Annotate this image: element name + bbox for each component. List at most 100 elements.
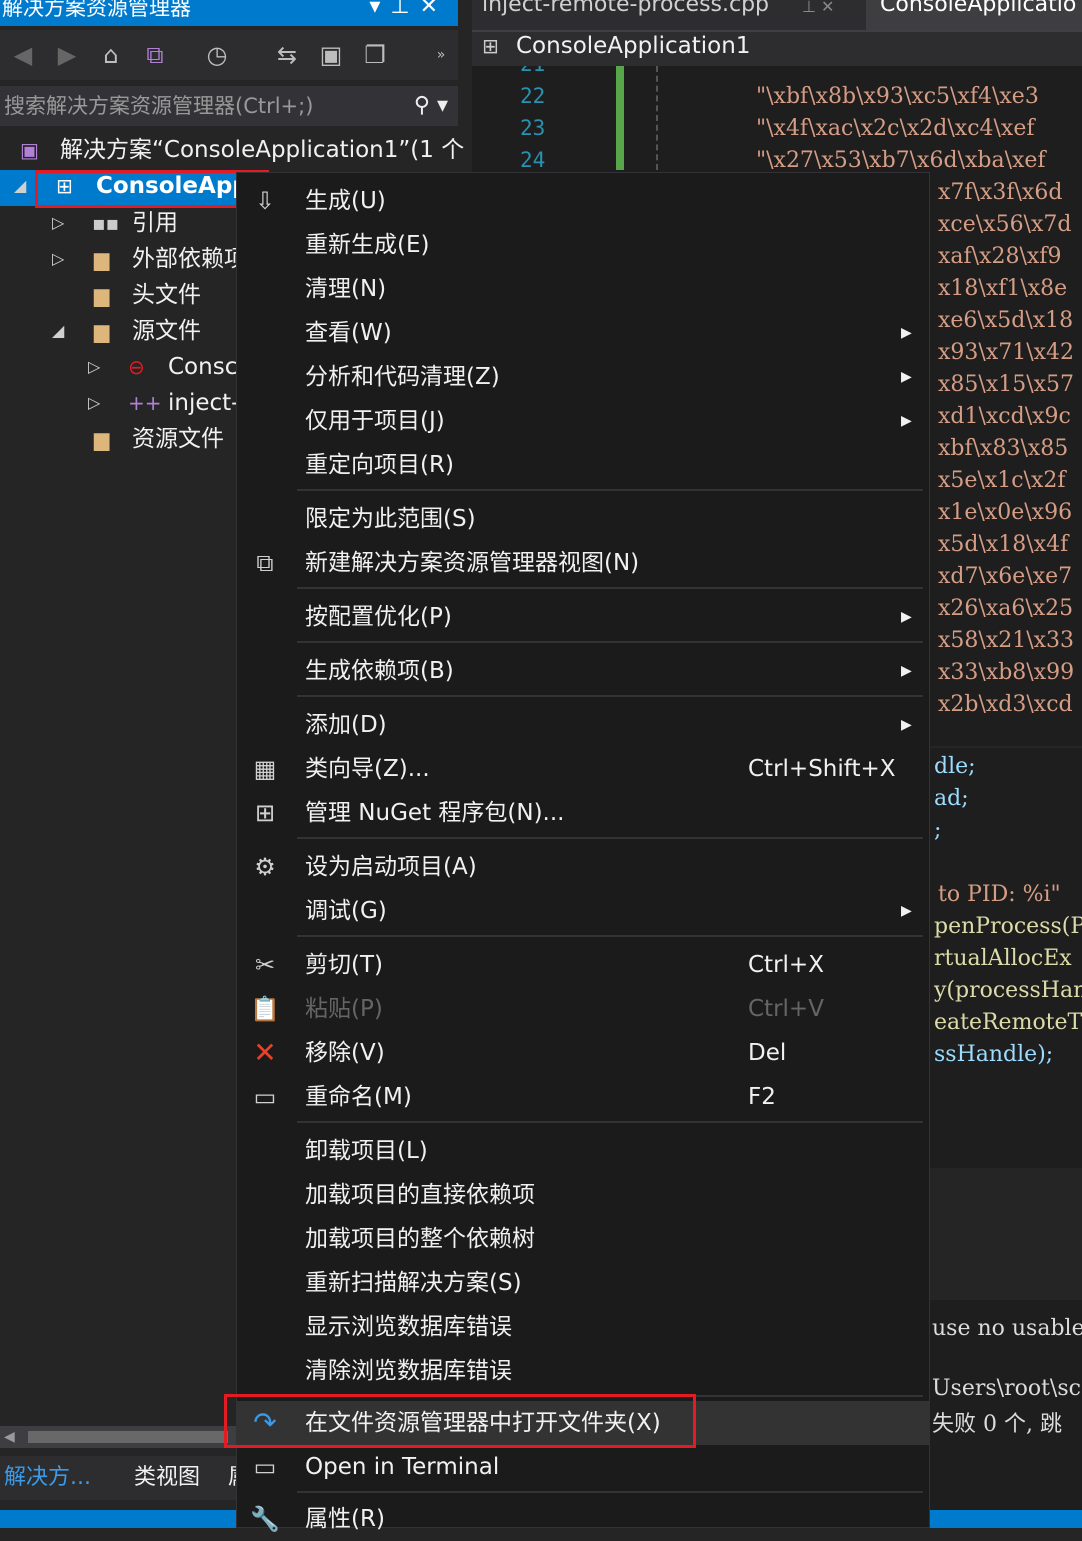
horizontal-scrollbar[interactable]: ◀ bbox=[0, 1426, 236, 1448]
menu-item-build[interactable]: ⇩ 生成(U) bbox=[237, 179, 929, 223]
menu-item-project-only[interactable]: 仅用于项目(J) ▶ bbox=[237, 399, 929, 443]
tree-item-label: 头文件 bbox=[132, 282, 201, 308]
tree-item-header-files[interactable]: ▆ 头文件 bbox=[0, 277, 236, 313]
scroll-left-icon[interactable]: ◀ bbox=[4, 1426, 15, 1448]
menu-item-nuget[interactable]: ⊞ 管理 NuGet 程序包(N)... bbox=[237, 791, 929, 835]
show-all-files-icon[interactable]: ❐ bbox=[358, 38, 392, 72]
submenu-arrow-icon: ▶ bbox=[901, 325, 912, 341]
solution-explorer-titlebar: 解决方案资源管理器 ▾⊥✕ bbox=[0, 0, 458, 26]
menu-item-rescan[interactable]: 重新扫描解决方案(S) bbox=[237, 1261, 929, 1305]
solution-label: 解决方案“ConsoleApplication1”(1 个 bbox=[60, 137, 465, 163]
menu-item-properties[interactable]: 🔧 属性(R) bbox=[237, 1497, 929, 1541]
switch-views-icon[interactable]: ⧉ bbox=[138, 38, 172, 72]
tab-inject-remote-process[interactable]: inject-remote-process.cpp bbox=[482, 0, 769, 16]
collapsed-arrow-icon[interactable]: ▷ bbox=[52, 205, 64, 241]
menu-item-open-terminal[interactable]: ▭ Open in Terminal bbox=[237, 1445, 929, 1489]
menu-separator bbox=[297, 1491, 923, 1493]
submenu-arrow-icon: ▶ bbox=[901, 663, 912, 679]
menu-item-paste[interactable]: 📋 粘贴(P) Ctrl+V bbox=[237, 987, 929, 1031]
menu-item-pgo[interactable]: 按配置优化(P) ▶ bbox=[237, 595, 929, 639]
output-line: Users\root\sc bbox=[932, 1376, 1081, 1401]
home-icon[interactable]: ⌂ bbox=[94, 38, 128, 72]
pending-changes-icon[interactable]: ◷ bbox=[200, 38, 234, 72]
tab-console-application[interactable]: ConsoleApplicatio bbox=[880, 0, 1076, 16]
solution-explorer-title: 解决方案资源管理器 bbox=[2, 0, 191, 20]
menu-item-rename[interactable]: ▭ 重命名(M) F2 bbox=[237, 1075, 929, 1119]
forward-icon[interactable]: ▶ bbox=[50, 38, 84, 72]
menu-item-analyze[interactable]: 分析和代码清理(Z) ▶ bbox=[237, 355, 929, 399]
class-wizard-icon: ▦ bbox=[253, 755, 277, 783]
menu-separator bbox=[297, 695, 923, 697]
menu-item-set-startup[interactable]: ⚙ 设为启动项目(A) bbox=[237, 845, 929, 889]
line-number: 22 bbox=[520, 84, 546, 108]
menu-item-show-db-errors[interactable]: 显示浏览数据库错误 bbox=[237, 1305, 929, 1349]
tab-class-view[interactable]: 类视图 bbox=[134, 1456, 200, 1500]
collapsed-arrow-icon[interactable]: ▷ bbox=[88, 385, 100, 421]
code-line: xe6\x5d\x18 bbox=[938, 308, 1074, 333]
code-line: x33\xb8\x99 bbox=[938, 660, 1075, 685]
menu-item-build-deps[interactable]: 生成依赖项(B) ▶ bbox=[237, 649, 929, 693]
menu-item-view[interactable]: 查看(W) ▶ bbox=[237, 311, 929, 355]
tab-solution-explorer[interactable]: 解决方... bbox=[4, 1456, 91, 1500]
expanded-arrow-icon[interactable]: ◢ bbox=[14, 168, 26, 204]
solution-icon: ▣ bbox=[20, 138, 39, 162]
rename-icon: ▭ bbox=[253, 1083, 277, 1111]
menu-item-clean[interactable]: 清理(N) bbox=[237, 267, 929, 311]
menu-item-clear-db-errors[interactable]: 清除浏览数据库错误 bbox=[237, 1349, 929, 1393]
tree-item-console-cpp[interactable]: ▷ ⊖ Consc bbox=[0, 349, 237, 385]
menu-item-cut[interactable]: ✂ 剪切(T) Ctrl+X bbox=[237, 943, 929, 987]
code-line: x2b\xd3\xcd bbox=[938, 692, 1073, 717]
menu-item-debug[interactable]: 调试(G) ▶ bbox=[237, 889, 929, 933]
sync-icon[interactable]: ⇆ bbox=[270, 38, 304, 72]
code-line: x85\x15\x57 bbox=[938, 372, 1075, 397]
pin-icon[interactable]: ⊥ ✕ bbox=[802, 0, 834, 16]
overflow-icon[interactable]: » bbox=[424, 38, 458, 72]
back-icon[interactable]: ◀ bbox=[6, 38, 40, 72]
search-placeholder: 搜索解决方案资源管理器(Ctrl+;) bbox=[4, 94, 314, 118]
solution-search-box[interactable]: 搜索解决方案资源管理器(Ctrl+;) ⚲ ▾ bbox=[0, 86, 458, 126]
build-icon: ⇩ bbox=[254, 187, 276, 215]
tree-item-external-deps[interactable]: ▷ ▆ 外部依赖项 bbox=[0, 241, 247, 277]
menu-item-scope[interactable]: 限定为此范围(S) bbox=[237, 497, 929, 541]
submenu-arrow-icon: ▶ bbox=[901, 369, 912, 385]
nav-project-dropdown[interactable]: ConsoleApplication1 bbox=[516, 33, 750, 59]
tree-item-label: 外部依赖项 bbox=[132, 246, 247, 272]
menu-separator bbox=[297, 489, 923, 491]
tree-item-resource-files[interactable]: ▆ 资源文件 bbox=[0, 421, 236, 457]
menu-item-class-wizard[interactable]: ▦ 类向导(Z)... Ctrl+Shift+X bbox=[237, 747, 929, 791]
output-pane[interactable]: use no usable Users\root\sc 失败 0 个, 跳 bbox=[930, 1300, 1082, 1510]
code-line: "\xbf\x8b\x93\xc5\xf4\xe3 bbox=[756, 84, 1039, 109]
pin-icon[interactable]: ⊥ bbox=[390, 0, 419, 19]
code-line: x26\xa6\x25 bbox=[938, 596, 1074, 621]
close-icon[interactable]: ✕ bbox=[420, 0, 448, 19]
menu-item-remove[interactable]: ✕ 移除(V) Del bbox=[237, 1031, 929, 1075]
menu-item-add[interactable]: 添加(D) ▶ bbox=[237, 703, 929, 747]
dropdown-icon[interactable]: ▾ bbox=[369, 0, 390, 19]
output-line: use no usable bbox=[932, 1316, 1082, 1341]
menu-item-new-view[interactable]: ⧉ 新建解决方案资源管理器视图(N) bbox=[237, 541, 929, 585]
code-line: x18\xf1\x8e bbox=[938, 276, 1068, 301]
tree-item-inject-cpp[interactable]: ▷ ++ inject- bbox=[0, 385, 239, 421]
editor-navigation-bar: ⊞ ConsoleApplication1 bbox=[472, 30, 1082, 68]
highlight-box-open-folder bbox=[224, 1394, 696, 1448]
menu-item-rebuild[interactable]: 重新生成(E) bbox=[237, 223, 929, 267]
submenu-arrow-icon: ▶ bbox=[901, 903, 912, 919]
search-icon[interactable]: ⚲ ▾ bbox=[414, 86, 448, 126]
collapsed-arrow-icon[interactable]: ▷ bbox=[88, 349, 100, 385]
expanded-arrow-icon[interactable]: ◢ bbox=[52, 313, 64, 349]
code-editor-lower[interactable]: dle; ad; ; to PID: %i" penProcess(P rtua… bbox=[930, 748, 1082, 1168]
project-icon: ⊞ bbox=[482, 34, 499, 58]
menu-item-load-dep-tree[interactable]: 加载项目的整个依赖树 bbox=[237, 1217, 929, 1261]
terminal-icon: ▭ bbox=[253, 1453, 277, 1481]
tree-item-label: 资源文件 bbox=[132, 426, 224, 452]
menu-separator bbox=[297, 641, 923, 643]
collapse-all-icon[interactable]: ▣ bbox=[314, 38, 348, 72]
menu-item-retarget[interactable]: 重定向项目(R) bbox=[237, 443, 929, 487]
solution-node[interactable]: ▣ 解决方案“ConsoleApplication1”(1 个 bbox=[0, 132, 464, 168]
tree-item-source-files[interactable]: ◢ ▆ 源文件 bbox=[0, 313, 236, 349]
tree-item-references[interactable]: ▷ ▪▪ 引用 bbox=[0, 205, 236, 241]
menu-item-load-direct-deps[interactable]: 加载项目的直接依赖项 bbox=[237, 1173, 929, 1217]
menu-item-unload[interactable]: 卸载项目(L) bbox=[237, 1129, 929, 1173]
collapsed-arrow-icon[interactable]: ▷ bbox=[52, 241, 64, 277]
scroll-thumb[interactable] bbox=[28, 1431, 228, 1443]
